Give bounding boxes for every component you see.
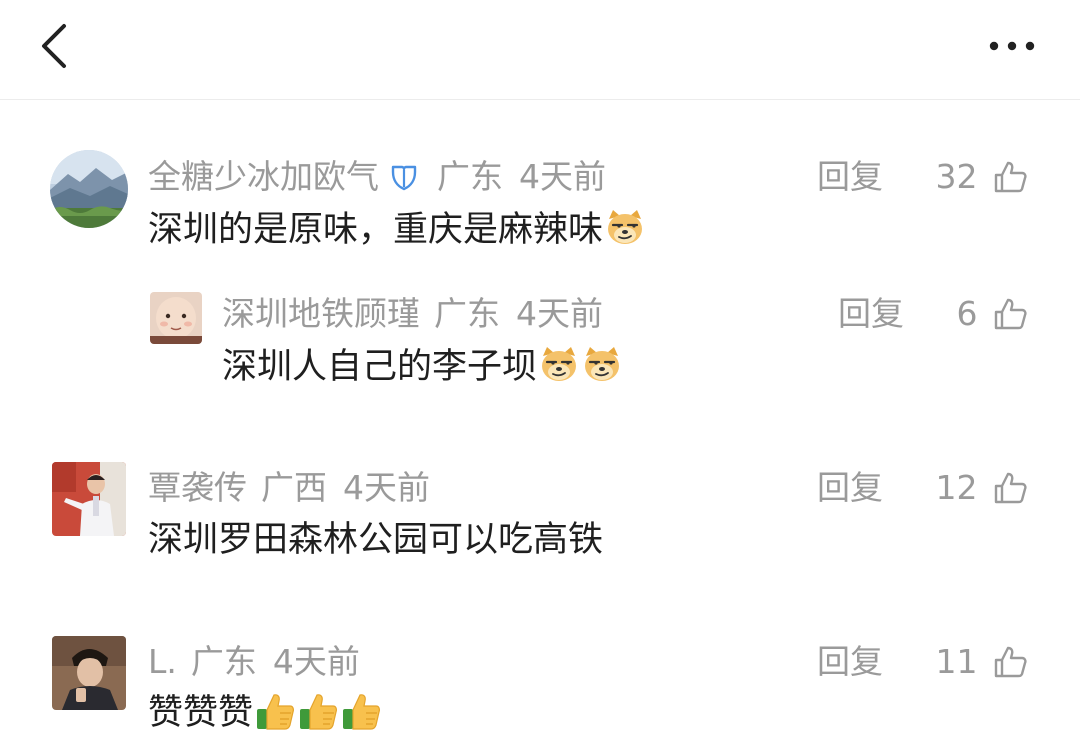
chevron-left-icon — [42, 24, 66, 68]
thumbs-up-emoji — [254, 690, 296, 732]
young-man-avatar — [52, 636, 126, 710]
comment-time: 4天前 — [272, 641, 360, 681]
reply-button[interactable]: 回复 — [838, 294, 904, 334]
comment-actions: 回复 11 — [817, 640, 1028, 682]
comment-text: 深圳人自己的李子坝 — [222, 344, 623, 389]
like-count: 6 — [956, 293, 978, 333]
comment-actions: 回复 6 — [838, 292, 1028, 334]
comment-text-content: 深圳罗田森林公园可以吃高铁 — [148, 520, 604, 560]
thumbs-up-icon[interactable] — [992, 159, 1028, 195]
like-count: 12 — [935, 467, 978, 507]
author-region: 广东 — [437, 156, 503, 196]
author-name[interactable]: 全糖少冰加欧气 — [148, 157, 379, 197]
comment-time: 4天前 — [519, 156, 606, 196]
doge-emoji — [604, 207, 646, 249]
thumbs-up-icon[interactable] — [992, 470, 1028, 506]
thumbs-up-icon[interactable] — [992, 296, 1028, 332]
comment-meta: 深圳地铁顾瑾 广东 4天前 — [222, 292, 603, 334]
comment-time: 4天前 — [343, 467, 430, 507]
author-name[interactable]: L. — [148, 642, 177, 682]
author-name[interactable]: 覃袭传 — [148, 468, 247, 508]
author-region: 广西 — [261, 467, 327, 507]
avatar[interactable] — [52, 462, 126, 536]
comment-meta: 全糖少冰加欧气 广东 4天前 — [148, 155, 606, 197]
avatar[interactable] — [52, 636, 126, 710]
back-button[interactable] — [30, 20, 80, 72]
comment-text: 深圳罗田森林公园可以吃高铁 — [148, 518, 603, 562]
comment-text-content: 深圳的是原味，重庆是麻辣味 — [148, 210, 604, 250]
author-region: 广东 — [434, 293, 500, 333]
like-count: 32 — [935, 156, 978, 196]
comment-text-content: 深圳人自己的李子坝 — [222, 347, 538, 387]
comment-text: 深圳的是原味，重庆是麻辣味 — [148, 207, 646, 252]
comment-text-content: 赞赞赞 — [148, 693, 254, 733]
comment-meta: 覃袭传 广西 4天前 — [148, 466, 430, 508]
like-count: 11 — [935, 641, 978, 681]
avatar[interactable] — [50, 150, 128, 228]
comment-time: 4天前 — [516, 293, 603, 333]
doge-emoji — [581, 344, 623, 386]
thumbs-up-emoji — [297, 690, 339, 732]
reply-button[interactable]: 回复 — [817, 642, 883, 682]
comment-actions: 回复 32 — [817, 155, 1028, 197]
doge-emoji — [538, 344, 580, 386]
comment-actions: 回复 12 — [817, 466, 1028, 508]
avatar[interactable] — [150, 292, 202, 344]
man-presenting-avatar — [52, 462, 126, 536]
top-bar — [0, 0, 1080, 100]
more-options-button[interactable] — [980, 26, 1044, 66]
thumbs-up-icon[interactable] — [992, 644, 1028, 680]
mountain-landscape-avatar — [50, 150, 128, 228]
reply-button[interactable]: 回复 — [817, 468, 883, 508]
verified-badge-icon — [391, 165, 417, 190]
comment-text: 赞赞赞 — [148, 690, 382, 735]
comment-meta: L. 广东 4天前 — [148, 640, 360, 682]
thumbs-up-emoji — [340, 690, 382, 732]
baby-avatar — [150, 292, 202, 344]
more-horizontal-icon — [989, 41, 1035, 51]
author-name[interactable]: 深圳地铁顾瑾 — [222, 294, 420, 334]
author-region: 广东 — [190, 641, 257, 681]
reply-button[interactable]: 回复 — [817, 157, 883, 197]
